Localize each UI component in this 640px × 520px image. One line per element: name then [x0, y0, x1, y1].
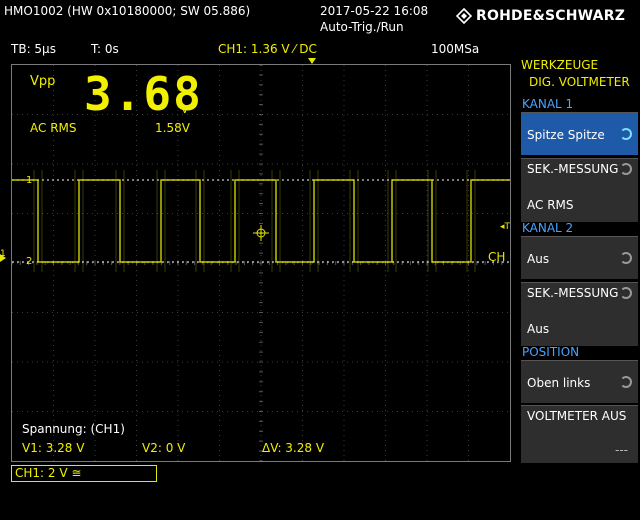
graticule — [12, 65, 510, 461]
sek1-softkey[interactable]: SEK.-MESSUNG AC RMS — [521, 158, 638, 222]
cursor-v2: V2: 0 V — [142, 441, 186, 455]
rotate-knob-icon — [620, 163, 632, 175]
measurement-title: Spannung: (CH1) — [22, 422, 125, 436]
ch1-trigger-level[interactable]: CH1: 1.36 V ⁄ DC — [218, 42, 317, 56]
datetime: 2017-05-22 16:08 — [320, 4, 429, 18]
rotate-knob-icon — [620, 376, 632, 388]
voltmeter-off-softkey[interactable]: VOLTMETER AUS --- — [521, 405, 638, 463]
voltmeter-off-label: VOLTMETER AUS — [527, 409, 627, 423]
position-value: Oben links — [527, 376, 591, 390]
cursor-delta-v: ΔV: 3.28 V — [262, 441, 325, 455]
menu-title-voltmeter: DIG. VOLTMETER — [529, 75, 630, 89]
samplerate: 100MSa — [431, 42, 480, 56]
timebase[interactable]: TB: 5µs — [11, 42, 56, 56]
acrms-value: 1.58V — [155, 121, 190, 135]
voltmeter-off-value: --- — [615, 443, 628, 457]
rs-logo-icon — [455, 7, 473, 25]
position-heading: POSITION — [522, 345, 580, 359]
time-offset[interactable]: T: 0s — [91, 42, 119, 56]
trigger-level-tag: ◂T — [500, 222, 511, 232]
ch1-scale-box[interactable]: CH1: 2 V ≅ — [11, 465, 157, 482]
rotate-knob-icon — [620, 252, 632, 264]
trigger-mode: Auto-Trig./Run — [320, 20, 404, 34]
channel-tag: CH — [488, 250, 506, 264]
cursor2-label: 2 — [26, 256, 33, 267]
sek1-label: SEK.-MESSUNG — [527, 162, 619, 176]
menu-title-werkzeuge: WERKZEUGE — [521, 58, 599, 72]
kanal2-value: Aus — [527, 252, 550, 266]
waveform-screen[interactable] — [11, 64, 511, 462]
rotate-knob-icon — [620, 287, 632, 299]
position-softkey[interactable]: Oben links — [521, 360, 638, 403]
vpp-label: Vpp — [30, 74, 56, 89]
sek2-label: SEK.-MESSUNG — [527, 286, 619, 300]
kanal1-softkey[interactable]: Spitze Spitze — [521, 112, 638, 155]
rotate-knob-icon — [620, 128, 632, 140]
sek1-value: AC RMS — [527, 198, 574, 212]
vpp-unit: V — [181, 103, 189, 116]
kanal1-heading: KANAL 1 — [522, 97, 574, 111]
cursor-v1: V1: 3.28 V — [22, 441, 85, 455]
sek2-value: Aus — [527, 322, 550, 336]
kanal2-softkey[interactable]: Aus — [521, 236, 638, 279]
device-info: HMO1002 (HW 0x10180000; SW 05.886) — [4, 4, 251, 18]
acrms-label: AC RMS — [30, 121, 77, 135]
ch1-ground-label: 1 — [0, 249, 6, 259]
brand-logo: ROHDE&SCHWARZ — [476, 8, 626, 24]
kanal1-value: Spitze Spitze — [527, 128, 605, 142]
sek2-softkey[interactable]: SEK.-MESSUNG Aus — [521, 282, 638, 346]
cursor1-label: 1 — [26, 175, 33, 186]
kanal2-heading: KANAL 2 — [522, 221, 574, 235]
